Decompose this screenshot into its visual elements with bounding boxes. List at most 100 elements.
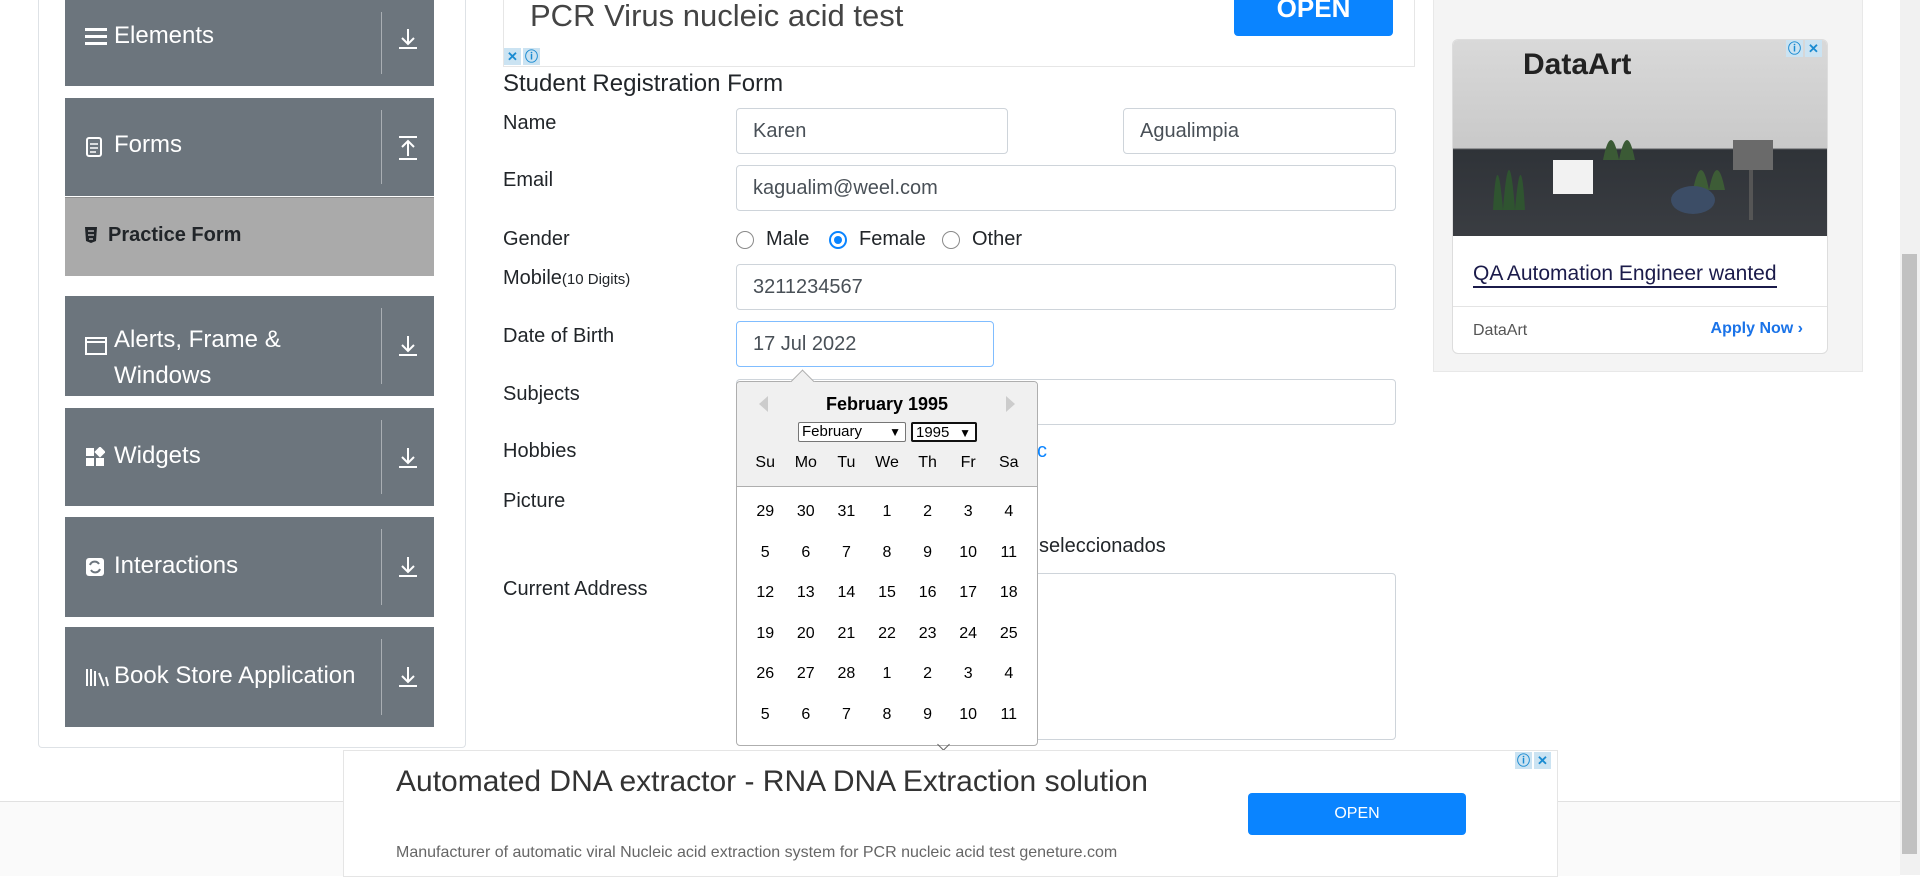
day-cell[interactable]: 23 (907, 619, 948, 660)
day-cell[interactable]: 11 (988, 700, 1029, 741)
day-cell[interactable]: 11 (988, 538, 1029, 579)
day-cell[interactable]: 9 (907, 700, 948, 741)
radio-circle[interactable] (829, 230, 847, 249)
bottom-ad-open-button[interactable]: OPEN (1248, 793, 1466, 835)
day-cell[interactable]: 12 (745, 578, 786, 619)
day-cell[interactable]: 5 (745, 538, 786, 579)
day-cell[interactable]: 2 (907, 659, 948, 700)
day-cell[interactable]: 16 (907, 578, 948, 619)
day-cell[interactable]: 22 (867, 619, 908, 660)
gender-other-radio[interactable]: Other (942, 228, 1022, 251)
gender-male-radio[interactable]: Male (736, 228, 809, 251)
day-cell[interactable]: 7 (826, 538, 867, 579)
ad-open-button[interactable]: OPEN (1234, 0, 1393, 36)
day-cell[interactable]: 28 (826, 659, 867, 700)
day-cell[interactable]: 26 (745, 659, 786, 700)
day-cell[interactable]: 5 (745, 700, 786, 741)
last-name-input[interactable]: Agualimpia (1123, 108, 1396, 154)
day-cell[interactable]: 13 (786, 578, 827, 619)
document-icon (85, 137, 103, 162)
day-cell[interactable]: 31 (826, 497, 867, 538)
sidebar-group-widgets[interactable]: Widgets (65, 408, 434, 506)
day-cell[interactable]: 8 (867, 538, 908, 579)
day-cell[interactable]: 2 (907, 497, 948, 538)
apply-now-link[interactable]: Apply Now › (1711, 320, 1803, 338)
sidebar-group-alerts[interactable]: Alerts, Frame & Windows (65, 296, 434, 396)
subjects-label: Subjects (503, 383, 580, 405)
dob-label: Date of Birth (503, 325, 615, 347)
page-scrollbar[interactable] (1900, 0, 1920, 875)
interactions-icon (85, 557, 105, 582)
sidebar-group-elements[interactable]: Elements (65, 0, 434, 86)
sidebar-group-book-store[interactable]: Book Store Application (65, 627, 434, 727)
close-icon[interactable]: ✕ (504, 48, 521, 65)
month-select[interactable]: February ▼ (798, 422, 906, 442)
day-cell[interactable]: 7 (826, 700, 867, 741)
mobile-input[interactable]: 3211234567 (736, 264, 1396, 310)
gender-female-radio[interactable]: Female (829, 228, 926, 251)
sidebar-item-practice-form[interactable]: Practice Form (65, 197, 434, 276)
hobby-label-peek[interactable]: c (1037, 440, 1047, 463)
form-title: Student Registration Form (503, 70, 784, 97)
day-cell[interactable]: 1 (867, 659, 908, 700)
download-arrow-icon[interactable] (394, 332, 422, 360)
email-input[interactable]: kagualim@weel.com (736, 165, 1396, 211)
side-ad-card[interactable]: DataArt QA Automation Engineer wanted Da… (1452, 39, 1828, 354)
day-cell[interactable]: 4 (988, 497, 1029, 538)
download-arrow-icon[interactable] (394, 553, 422, 581)
chevron-down-icon[interactable] (937, 738, 950, 751)
scrollbar-thumb[interactable] (1902, 254, 1917, 854)
radio-circle[interactable] (942, 230, 960, 249)
weekday-label: Th (918, 454, 937, 471)
year-select[interactable]: 1995 ▼ (911, 422, 977, 442)
day-cell[interactable]: 1 (867, 497, 908, 538)
ad-brand: DataArt (1473, 322, 1528, 339)
day-cell[interactable]: 30 (786, 497, 827, 538)
day-cell[interactable]: 9 (907, 538, 948, 579)
day-cell[interactable]: 21 (826, 619, 867, 660)
day-cell[interactable]: 14 (826, 578, 867, 619)
day-cell[interactable]: 10 (948, 700, 989, 741)
day-cell[interactable]: 25 (988, 619, 1029, 660)
sidebar-group-interactions[interactable]: Interactions (65, 517, 434, 617)
info-icon[interactable]: ⓘ (523, 48, 540, 65)
ad-headline[interactable]: QA Automation Engineer wanted (1473, 262, 1777, 288)
day-cell[interactable]: 8 (867, 700, 908, 741)
close-icon[interactable]: ✕ (1805, 40, 1822, 57)
adchoices[interactable]: ✕ ⓘ (504, 48, 540, 65)
top-ad-banner[interactable]: PCR Virus nucleic acid test OPEN (503, 0, 1415, 67)
week-row: 12 13 14 15 16 17 18 (737, 578, 1037, 619)
day-cell[interactable]: 3 (948, 497, 989, 538)
day-cell[interactable]: 17 (948, 578, 989, 619)
radio-circle[interactable] (736, 230, 754, 249)
week-row: 5 6 7 8 9 10 11 (737, 538, 1037, 579)
day-cell[interactable]: 15 (867, 578, 908, 619)
day-cell[interactable]: 20 (786, 619, 827, 660)
upload-arrow-icon[interactable] (394, 134, 422, 162)
day-cell[interactable]: 27 (786, 659, 827, 700)
bottom-ad-banner[interactable]: Automated DNA extractor - RNA DNA Extrac… (343, 750, 1558, 877)
download-arrow-icon[interactable] (394, 663, 422, 691)
day-cell[interactable]: 18 (988, 578, 1029, 619)
gender-label: Gender (503, 228, 570, 250)
bottom-adchoices[interactable]: ⓘ ✕ (1515, 752, 1551, 769)
ad-footer: DataArt Apply Now › (1453, 306, 1827, 353)
day-cell[interactable]: 4 (988, 659, 1029, 700)
sidebar-group-forms[interactable]: Forms (65, 98, 434, 196)
info-icon[interactable]: ⓘ (1515, 752, 1532, 769)
day-cell[interactable]: 3 (948, 659, 989, 700)
day-cell[interactable]: 6 (786, 538, 827, 579)
side-adchoices[interactable]: ⓘ ✕ (1786, 40, 1822, 57)
day-cell[interactable]: 10 (948, 538, 989, 579)
day-cell[interactable]: 19 (745, 619, 786, 660)
day-cell[interactable]: 29 (745, 497, 786, 538)
close-icon[interactable]: ✕ (1534, 752, 1551, 769)
first-name-input[interactable]: Karen (736, 108, 1008, 154)
info-icon[interactable]: ⓘ (1786, 40, 1803, 57)
day-cell[interactable]: 24 (948, 619, 989, 660)
download-arrow-icon[interactable] (394, 25, 422, 53)
day-cell[interactable]: 6 (786, 700, 827, 741)
download-arrow-icon[interactable] (394, 444, 422, 472)
dob-input[interactable]: 17 Jul 2022 (736, 321, 994, 367)
divider (381, 420, 382, 494)
